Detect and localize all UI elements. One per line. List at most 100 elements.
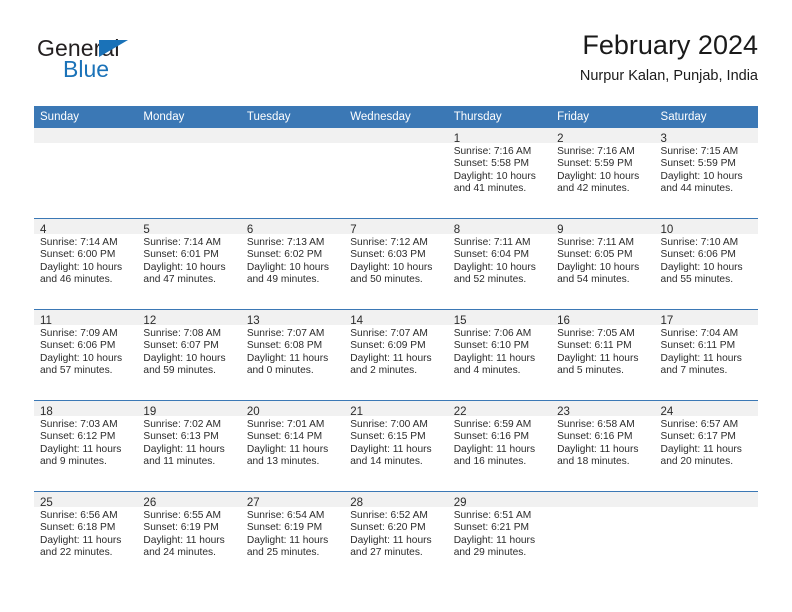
calendar-day-cell[interactable]: 20 Sunrise: 7:01 AM Sunset: 6:14 PM Dayligh…	[240, 400, 345, 492]
day-number: 27	[246, 497, 260, 509]
day-number: 7	[350, 224, 357, 236]
day-sun-info: Sunrise: 7:11 AM Sunset: 6:05 PM Daylight:…	[551, 234, 654, 286]
sunset-text: Sunset: 6:03 PM	[350, 249, 426, 261]
calendar-day-cell[interactable]: 17 Sunrise: 7:04 AM Sunset: 6:11 PM Dayligh…	[654, 309, 758, 401]
day-sun-info: Sunrise: 6:52 AM Sunset: 6:20 PM Daylight:…	[344, 507, 447, 559]
day-sun-info: Sunrise: 7:07 AM Sunset: 6:08 PM Daylight:…	[241, 325, 344, 377]
day-sun-info: Sunrise: 7:00 AM Sunset: 6:15 PM Daylight:…	[344, 416, 447, 468]
day-number-band: 10	[654, 219, 758, 236]
sunrise-text: Sunrise: 6:58 AM	[557, 419, 635, 430]
calendar-day-cell[interactable]: 23 Sunrise: 6:58 AM Sunset: 6:16 PM Dayligh…	[551, 400, 655, 492]
daylight-text: Daylight: 11 hours and 29 minutes.	[453, 534, 536, 558]
general-blue-logo[interactable]: General Blue	[37, 36, 237, 92]
day-number-band: 3	[654, 128, 758, 145]
day-cell-content: 7 Sunrise: 7:12 AM Sunset: 6:03 PM Daylight…	[344, 219, 448, 309]
day-number: 10	[660, 224, 674, 236]
day-cell-content: 23 Sunrise: 6:58 AM Sunset: 6:16 PM Dayligh…	[551, 401, 655, 491]
day-number-band: 7	[344, 219, 448, 236]
calendar-day-cell[interactable]: 1 Sunrise: 7:16 AM Sunset: 5:58 PM Daylight…	[447, 128, 552, 219]
day-number: 9	[557, 224, 564, 236]
day-number: 22	[453, 406, 467, 418]
calendar-day-cell[interactable]: 2 Sunrise: 7:16 AM Sunset: 5:59 PM Daylight…	[551, 128, 655, 219]
day-number-band	[654, 492, 758, 507]
calendar-day-cell[interactable]: 13 Sunrise: 7:07 AM Sunset: 6:08 PM Dayligh…	[240, 309, 345, 401]
calendar-day-cell[interactable]: 29 Sunrise: 6:51 AM Sunset: 6:21 PM Dayligh…	[447, 491, 552, 582]
weekday-header-tuesday: Tuesday	[240, 106, 345, 128]
sunrise-text: Sunrise: 6:59 AM	[453, 419, 532, 430]
day-sun-info: Sunrise: 7:04 AM Sunset: 6:11 PM Daylight:…	[655, 325, 758, 377]
day-cell-content: 11 Sunrise: 7:09 AM Sunset: 6:06 PM Dayligh…	[34, 310, 138, 400]
day-number-band: 29	[447, 492, 552, 509]
calendar-day-cell[interactable]: 22 Sunrise: 6:59 AM Sunset: 6:16 PM Dayligh…	[447, 400, 552, 492]
day-number-band: 26	[137, 492, 241, 509]
calendar-day-cell[interactable]: 3 Sunrise: 7:15 AM Sunset: 5:59 PM Daylight…	[654, 128, 758, 219]
day-number: 4	[40, 224, 47, 236]
day-number: 15	[453, 315, 467, 327]
day-number: 5	[143, 224, 150, 236]
sunset-text: Sunset: 5:59 PM	[557, 158, 633, 170]
daylight-text: Daylight: 10 hours and 41 minutes.	[453, 170, 536, 194]
calendar-day-cell[interactable]: 4 Sunrise: 7:14 AM Sunset: 6:00 PM Daylight…	[34, 218, 138, 310]
day-number-band	[551, 492, 655, 507]
daylight-text: Daylight: 11 hours and 24 minutes.	[143, 534, 225, 558]
sunset-text: Sunset: 6:16 PM	[557, 431, 633, 443]
sunset-text: Sunset: 6:15 PM	[350, 431, 426, 443]
calendar-day-cell[interactable]: 8 Sunrise: 7:11 AM Sunset: 6:04 PM Daylight…	[447, 218, 552, 310]
sunset-text: Sunset: 6:11 PM	[557, 340, 632, 352]
calendar-day-cell[interactable]: 12 Sunrise: 7:08 AM Sunset: 6:07 PM Dayligh…	[137, 309, 241, 401]
daylight-text: Daylight: 11 hours and 2 minutes.	[350, 352, 432, 376]
day-number: 8	[453, 224, 461, 236]
calendar-day-cell[interactable]: 27 Sunrise: 6:54 AM Sunset: 6:19 PM Dayligh…	[240, 491, 345, 582]
calendar-day-cell[interactable]: 15 Sunrise: 7:06 AM Sunset: 6:10 PM Dayligh…	[447, 309, 552, 401]
day-number-band: 11	[34, 310, 138, 327]
calendar-day-cell[interactable]: 14 Sunrise: 7:07 AM Sunset: 6:09 PM Dayligh…	[344, 309, 448, 401]
daylight-text: Daylight: 11 hours and 22 minutes.	[40, 534, 122, 558]
calendar-day-cell[interactable]: 26 Sunrise: 6:55 AM Sunset: 6:19 PM Dayligh…	[137, 491, 241, 582]
day-sun-info: Sunrise: 6:51 AM Sunset: 6:21 PM Daylight:…	[448, 507, 551, 559]
sunrise-text: Sunrise: 7:14 AM	[143, 237, 222, 248]
calendar-day-cell[interactable]: 9 Sunrise: 7:11 AM Sunset: 6:05 PM Daylight…	[551, 218, 655, 310]
day-cell-content	[137, 128, 241, 218]
daylight-text: Daylight: 10 hours and 49 minutes.	[246, 261, 329, 285]
day-sun-info: Sunrise: 7:10 AM Sunset: 6:06 PM Daylight:…	[655, 234, 758, 286]
sunrise-text: Sunrise: 7:06 AM	[453, 328, 532, 339]
day-sun-info: Sunrise: 7:07 AM Sunset: 6:09 PM Daylight:…	[344, 325, 447, 377]
sunset-text: Sunset: 6:04 PM	[453, 249, 530, 261]
calendar-day-cell[interactable]: 21 Sunrise: 7:00 AM Sunset: 6:15 PM Dayligh…	[344, 400, 448, 492]
day-cell-content: 3 Sunrise: 7:15 AM Sunset: 5:59 PM Daylight…	[654, 128, 758, 218]
day-sun-info: Sunrise: 7:12 AM Sunset: 6:03 PM Daylight:…	[344, 234, 447, 286]
day-number-band: 20	[240, 401, 345, 418]
weekday-header-row: Sunday Monday Tuesday Wednesday Thursday…	[34, 106, 758, 128]
calendar-day-cell[interactable]: 19 Sunrise: 7:02 AM Sunset: 6:13 PM Dayligh…	[137, 400, 241, 492]
sunrise-text: Sunrise: 7:10 AM	[660, 237, 739, 248]
calendar-day-cell[interactable]: 16 Sunrise: 7:05 AM Sunset: 6:11 PM Dayligh…	[551, 309, 655, 401]
calendar-day-cell[interactable]: 5 Sunrise: 7:14 AM Sunset: 6:01 PM Daylight…	[137, 218, 241, 310]
weekday-header-monday: Monday	[137, 106, 241, 128]
day-sun-info: Sunrise: 7:03 AM Sunset: 6:12 PM Daylight:…	[34, 416, 137, 468]
sunset-text: Sunset: 6:19 PM	[143, 522, 219, 534]
calendar-day-cell[interactable]: 10 Sunrise: 7:10 AM Sunset: 6:06 PM Dayligh…	[654, 218, 758, 310]
sunrise-text: Sunrise: 7:14 AM	[40, 237, 118, 248]
sunrise-text: Sunrise: 7:01 AM	[246, 419, 325, 430]
day-number-band: 4	[34, 219, 138, 236]
sunrise-text: Sunrise: 7:03 AM	[40, 419, 118, 430]
weekday-header-wednesday: Wednesday	[344, 106, 448, 128]
calendar-day-cell[interactable]: 18 Sunrise: 7:03 AM Sunset: 6:12 PM Dayligh…	[34, 400, 138, 492]
calendar-day-cell[interactable]: 25 Sunrise: 6:56 AM Sunset: 6:18 PM Dayligh…	[34, 491, 138, 582]
calendar-day-cell[interactable]: 11 Sunrise: 7:09 AM Sunset: 6:06 PM Dayligh…	[34, 309, 138, 401]
day-number: 6	[246, 224, 254, 236]
day-number: 23	[557, 406, 570, 418]
daylight-text: Daylight: 10 hours and 59 minutes.	[143, 352, 226, 376]
day-cell-content: 25 Sunrise: 6:56 AM Sunset: 6:18 PM Dayligh…	[34, 492, 138, 582]
calendar-day-cell[interactable]: 28 Sunrise: 6:52 AM Sunset: 6:20 PM Dayligh…	[344, 491, 448, 582]
day-cell-content: 26 Sunrise: 6:55 AM Sunset: 6:19 PM Dayligh…	[137, 492, 241, 582]
day-number-band: 13	[240, 310, 345, 327]
calendar-day-cell[interactable]: 7 Sunrise: 7:12 AM Sunset: 6:03 PM Daylight…	[344, 218, 448, 310]
day-number-band: 27	[240, 492, 345, 509]
daylight-text: Daylight: 11 hours and 16 minutes.	[453, 443, 536, 467]
day-sun-info: Sunrise: 7:15 AM Sunset: 5:59 PM Daylight:…	[655, 143, 758, 195]
daylight-text: Daylight: 11 hours and 20 minutes.	[660, 443, 742, 467]
calendar-day-cell[interactable]: 6 Sunrise: 7:13 AM Sunset: 6:02 PM Daylight…	[240, 218, 345, 310]
day-cell-content: 9 Sunrise: 7:11 AM Sunset: 6:05 PM Daylight…	[551, 219, 655, 309]
calendar-day-cell[interactable]: 24 Sunrise: 6:57 AM Sunset: 6:17 PM Dayligh…	[654, 400, 758, 492]
